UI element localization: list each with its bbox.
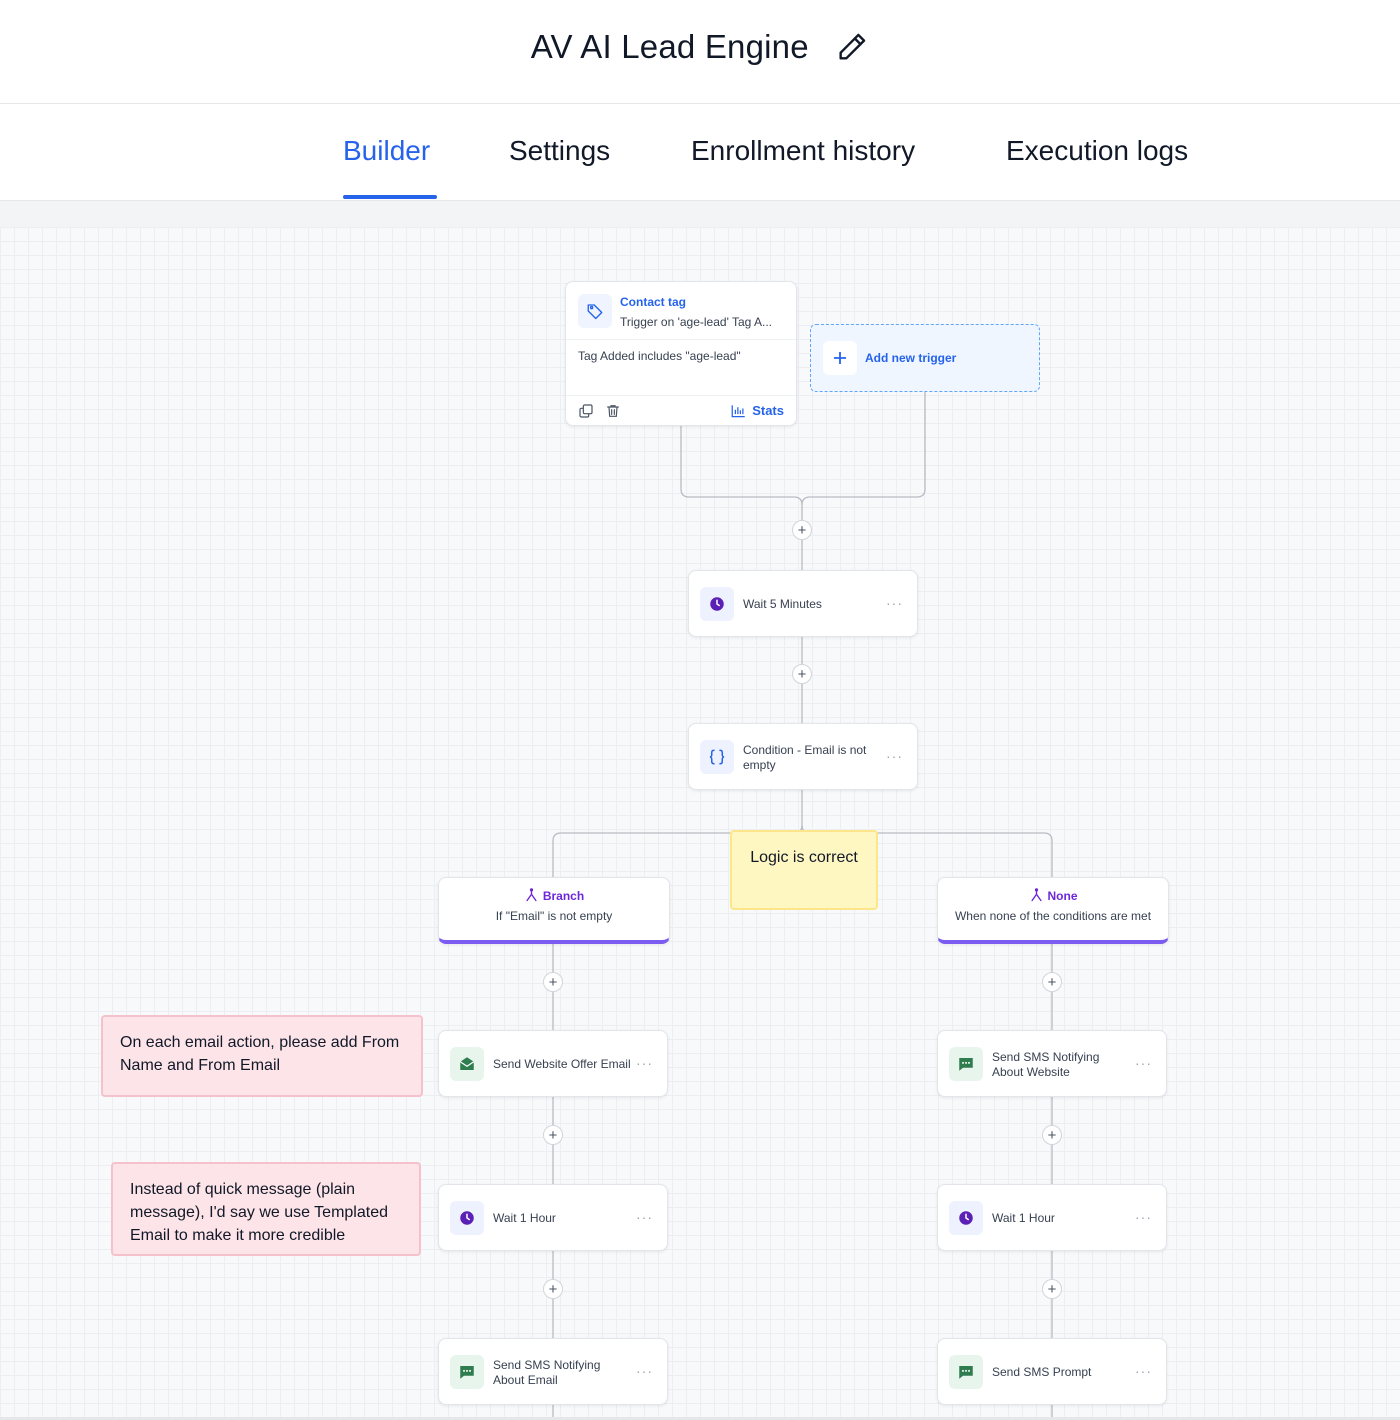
trigger-card-footer: Stats: [566, 395, 796, 426]
email-icon: [450, 1047, 484, 1081]
trash-icon[interactable]: [605, 403, 621, 419]
canvas-toolbar-strip: [0, 201, 1400, 227]
step-label: Wait 5 Minutes: [743, 597, 822, 611]
step-wait-5-minutes[interactable]: Wait 5 Minutes ···: [688, 570, 918, 637]
more-options-icon[interactable]: ···: [1135, 1055, 1152, 1071]
tag-icon: [578, 294, 612, 328]
workflow-header: AV AI Lead Engine: [0, 0, 1400, 104]
more-options-icon[interactable]: ···: [636, 1209, 653, 1225]
step-send-email[interactable]: Send Website Offer Email ···: [438, 1030, 668, 1097]
step-label: Send Website Offer Email: [493, 1057, 631, 1071]
more-options-icon[interactable]: ···: [1135, 1209, 1152, 1225]
tab-enrollment-history[interactable]: Enrollment history: [691, 135, 915, 167]
more-options-icon[interactable]: ···: [1135, 1363, 1152, 1379]
add-step-button[interactable]: +: [1042, 1279, 1062, 1299]
step-label: Wait 1 Hour: [493, 1211, 556, 1225]
step-send-sms-prompt[interactable]: Send SMS Prompt ···: [937, 1338, 1167, 1405]
step-label: Send SMS Notifying About Website: [992, 1049, 1100, 1079]
clock-icon: [700, 587, 734, 621]
trigger-card-header: Contact tag Trigger on 'age-lead' Tag A.…: [566, 282, 796, 340]
plus-icon: [823, 341, 857, 375]
bar-chart-icon: [731, 404, 745, 417]
branch-name-row: Branch: [439, 888, 669, 903]
more-options-icon[interactable]: ···: [636, 1055, 653, 1071]
branch-description: If "Email" is not empty: [495, 909, 613, 923]
trigger-filter: Tag Added includes "age-lead": [578, 349, 741, 363]
add-step-button[interactable]: +: [792, 520, 812, 540]
sticky-note-from-fields[interactable]: On each email action, please add From Na…: [101, 1015, 423, 1097]
duplicate-icon[interactable]: [578, 403, 594, 419]
step-label: Send SMS Notifying About Email: [493, 1357, 601, 1387]
sticky-note-logic[interactable]: Logic is correct: [730, 830, 878, 910]
step-send-sms[interactable]: Send SMS Notifying About Email ···: [438, 1338, 668, 1405]
add-step-button[interactable]: +: [1042, 972, 1062, 992]
branch-description: When none of the conditions are met: [954, 909, 1152, 923]
step-label: Wait 1 Hour: [992, 1211, 1055, 1225]
curly-braces-icon: [700, 740, 734, 774]
trigger-subtitle: Trigger on 'age-lead' Tag A...: [620, 315, 773, 329]
trigger-card-contact-tag[interactable]: Contact tag Trigger on 'age-lead' Tag A.…: [565, 281, 797, 426]
sticky-note-templated-email[interactable]: Instead of quick message (plain message)…: [111, 1162, 421, 1256]
add-step-button[interactable]: +: [1042, 1125, 1062, 1145]
branch-none[interactable]: None When none of the conditions are met: [937, 877, 1169, 944]
step-send-sms[interactable]: Send SMS Notifying About Website ···: [937, 1030, 1167, 1097]
add-step-button[interactable]: +: [543, 1125, 563, 1145]
step-label: Send SMS Prompt: [992, 1365, 1092, 1379]
branch-name: None: [1047, 888, 1078, 903]
tab-bar: Builder Settings Enrollment history Exec…: [0, 105, 1400, 201]
sms-icon: [949, 1355, 983, 1389]
more-options-icon[interactable]: ···: [886, 748, 903, 764]
trigger-title: Contact tag: [620, 295, 686, 309]
add-step-button[interactable]: +: [543, 1279, 563, 1299]
stats-label: Stats: [752, 403, 784, 418]
add-step-button[interactable]: +: [792, 664, 812, 684]
more-options-icon[interactable]: ···: [636, 1363, 653, 1379]
tab-execution-logs[interactable]: Execution logs: [1006, 135, 1188, 167]
add-new-trigger-label: Add new trigger: [865, 351, 957, 365]
add-new-trigger-button[interactable]: Add new trigger: [810, 324, 1040, 392]
branch-email-not-empty[interactable]: Branch If "Email" is not empty: [438, 877, 670, 944]
tab-builder[interactable]: Builder: [343, 135, 430, 167]
workflow-canvas[interactable]: Contact tag Trigger on 'age-lead' Tag A.…: [0, 227, 1400, 1417]
active-tab-indicator: [343, 195, 437, 199]
branch-name: Branch: [542, 888, 585, 903]
workflow-title: AV AI Lead Engine: [530, 28, 809, 65]
sms-icon: [450, 1355, 484, 1389]
stats-button[interactable]: Stats: [731, 403, 784, 418]
add-step-button[interactable]: +: [543, 972, 563, 992]
pencil-icon[interactable]: [835, 30, 869, 64]
step-wait-1-hour[interactable]: Wait 1 Hour ···: [937, 1184, 1167, 1251]
branch-icon: [526, 888, 537, 902]
branch-icon: [1030, 888, 1042, 902]
step-wait-1-hour[interactable]: Wait 1 Hour ···: [438, 1184, 668, 1251]
step-label: Condition - Email is not empty: [743, 742, 867, 772]
branch-name-row: None: [938, 888, 1168, 903]
more-options-icon[interactable]: ···: [886, 595, 903, 611]
tab-settings[interactable]: Settings: [509, 135, 610, 167]
clock-icon: [949, 1201, 983, 1235]
step-condition[interactable]: Condition - Email is not empty ···: [688, 723, 918, 790]
title-row: AV AI Lead Engine: [0, 28, 1400, 66]
clock-icon: [450, 1201, 484, 1235]
sms-icon: [949, 1047, 983, 1081]
